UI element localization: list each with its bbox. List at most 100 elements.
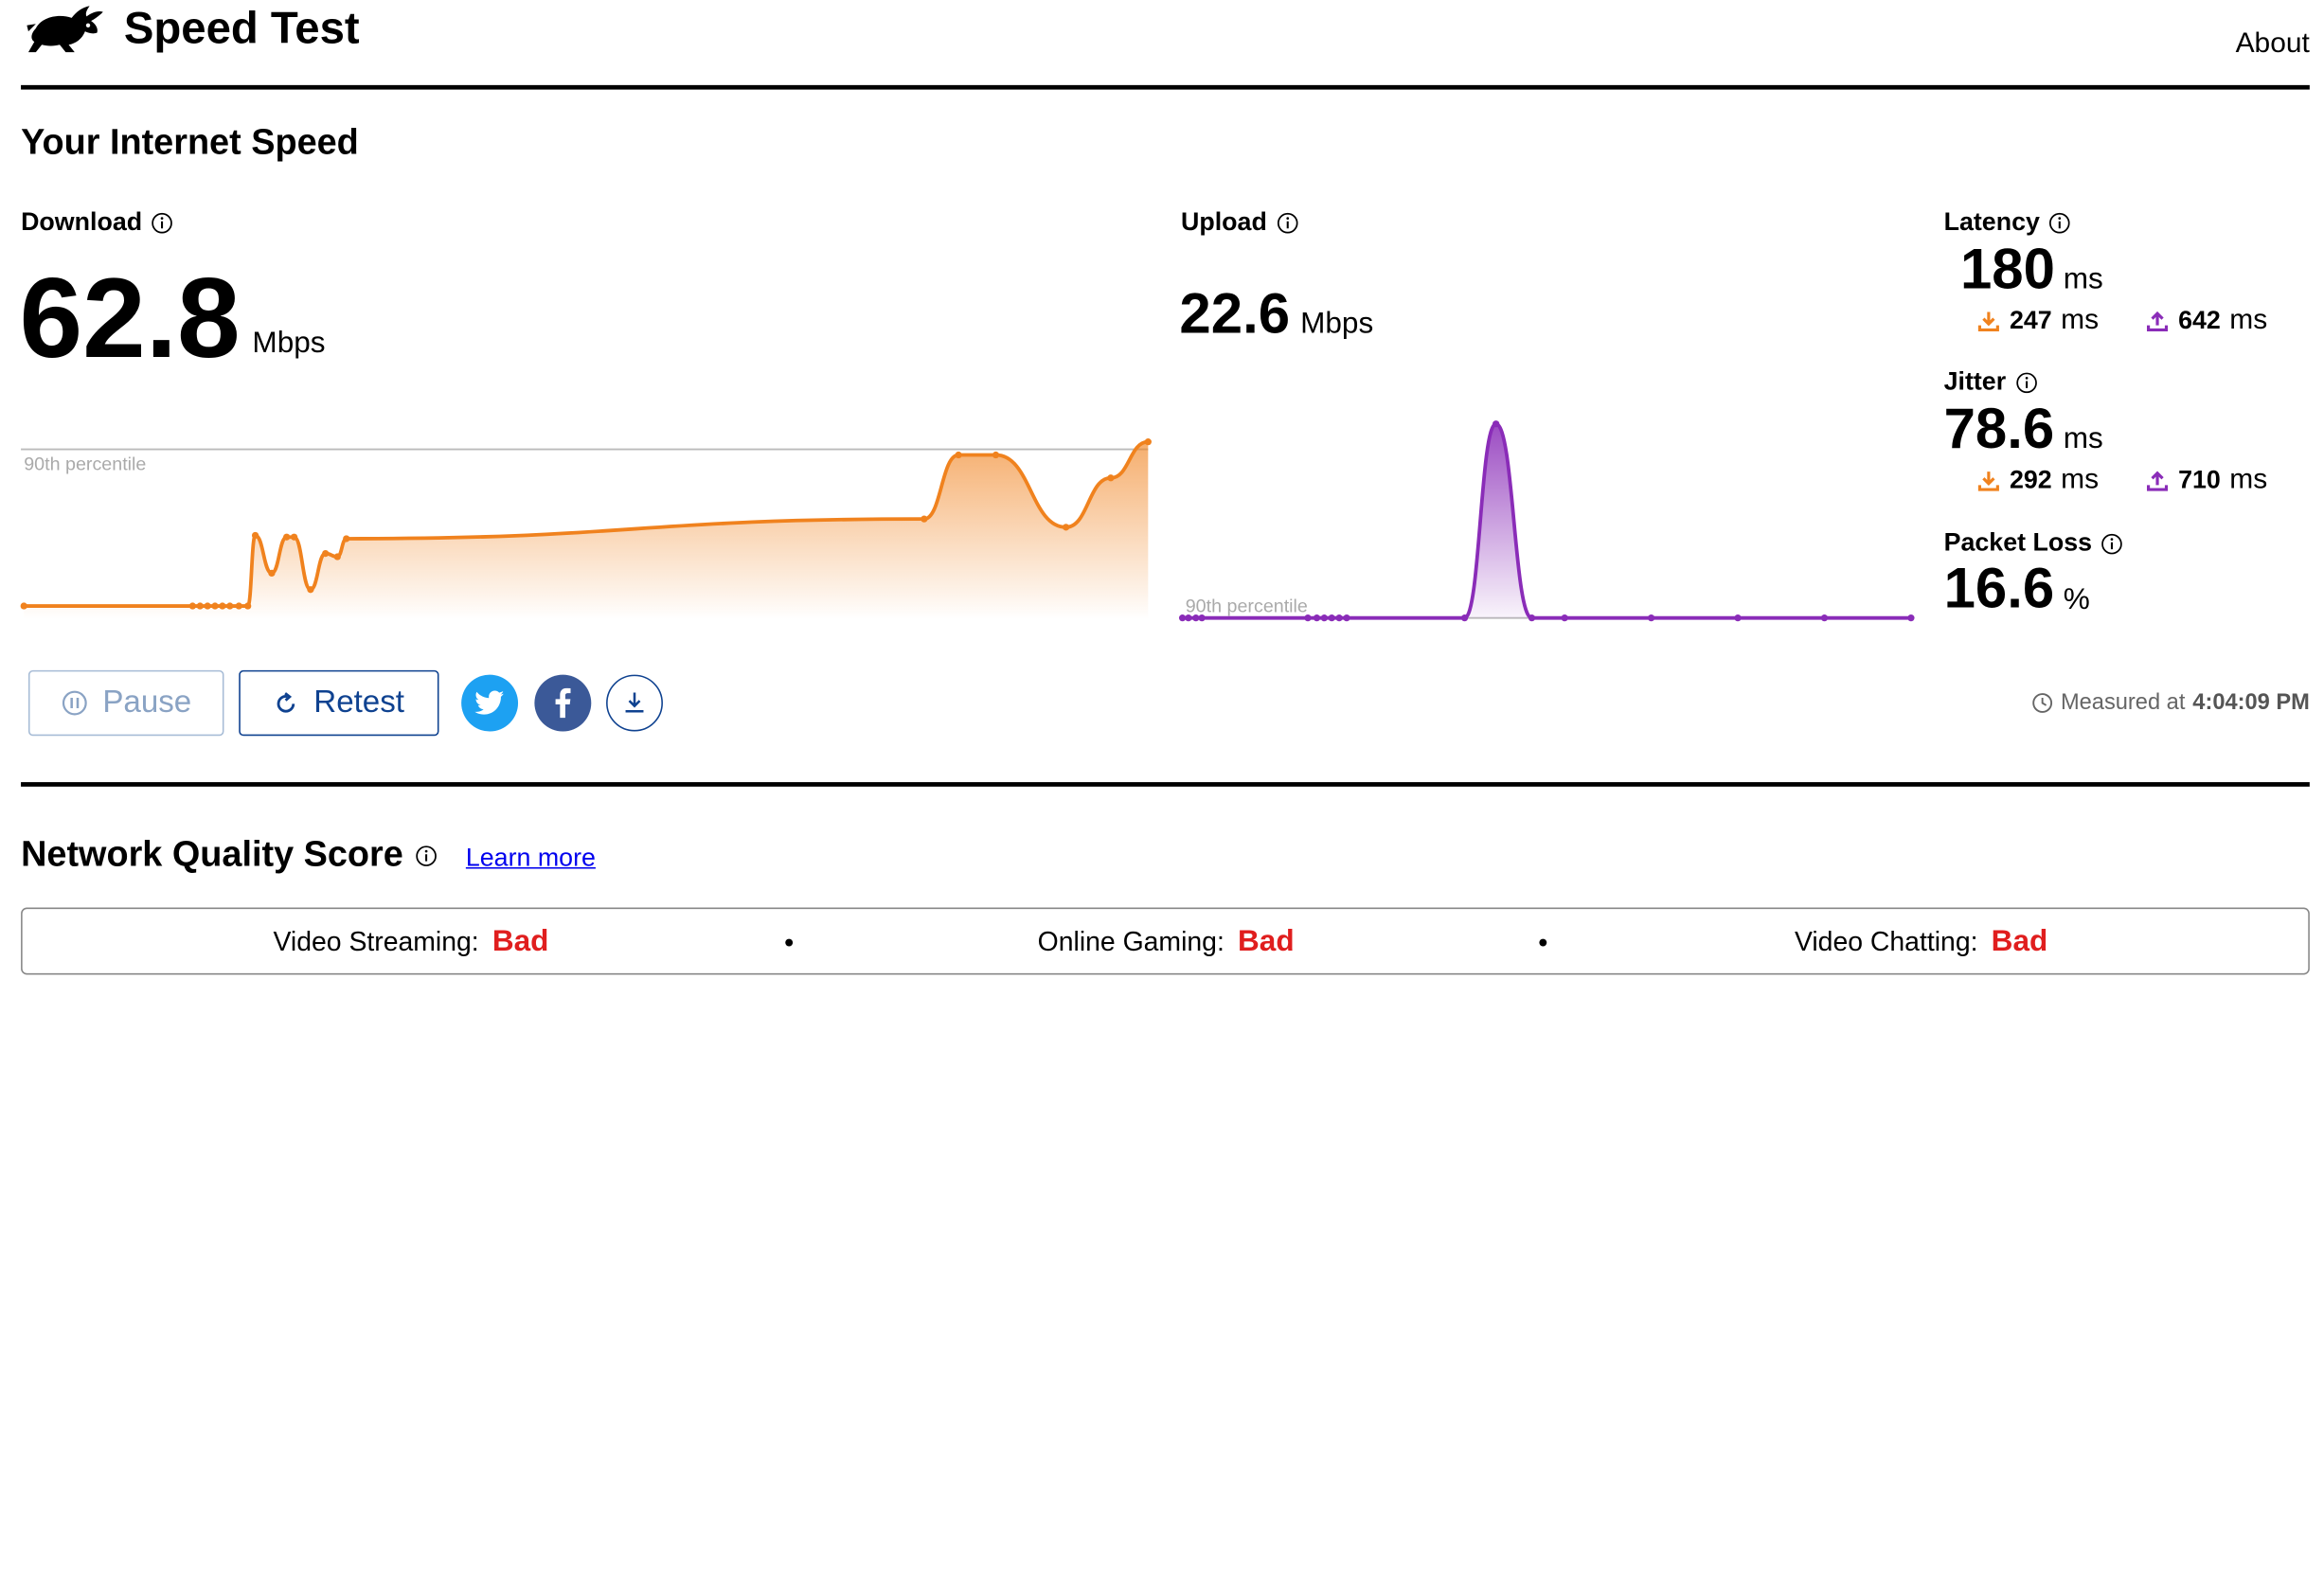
- upload-point: [1198, 614, 1206, 622]
- section-title: Your Internet Speed: [21, 122, 359, 163]
- upload-point: [1320, 614, 1328, 622]
- jitter-download-unit: ms: [2061, 464, 2100, 496]
- download-point: [268, 569, 276, 578]
- download-label: Download: [21, 207, 173, 238]
- download-icon: [625, 692, 644, 713]
- download-point: [188, 602, 196, 610]
- packet-loss-value: 16.6: [1943, 558, 2055, 621]
- jitter-upload-unit: ms: [2229, 464, 2268, 496]
- download-point: [211, 602, 219, 610]
- download-point: [921, 515, 928, 523]
- latency-unit: ms: [2063, 262, 2103, 296]
- network-quality-title: Network Quality Score: [21, 834, 438, 876]
- download-results-button[interactable]: [606, 674, 663, 732]
- twitter-icon: [474, 690, 505, 715]
- quality-value: Bad: [492, 925, 549, 959]
- pause-button[interactable]: Pause: [27, 669, 224, 737]
- speed-test-page: Speed Test About Your Internet Speed Dow…: [0, 0, 2324, 1005]
- info-icon[interactable]: [2015, 371, 2038, 394]
- latency-upload-value: 642: [2178, 306, 2221, 335]
- upload-unit: Mbps: [1300, 307, 1374, 341]
- facebook-icon: [555, 687, 571, 719]
- download-point: [1062, 524, 1070, 531]
- quality-value: Bad: [1238, 925, 1295, 959]
- download-point: [235, 602, 242, 610]
- upload-point: [1528, 614, 1536, 622]
- info-icon[interactable]: [2048, 211, 2071, 234]
- jitter-upload-value: 710: [2178, 465, 2221, 494]
- upload-point: [1192, 614, 1200, 622]
- quality-item-online-gaming: Online Gaming: Bad: [1038, 925, 1295, 959]
- download-point: [219, 602, 226, 610]
- upload-point: [1343, 614, 1350, 622]
- download-point: [244, 602, 252, 610]
- app-title: Speed Test: [123, 4, 360, 54]
- jitter-label: Jitter: [1944, 367, 2038, 398]
- quality-label: Video Chatting:: [1794, 927, 1978, 957]
- facebook-share-button[interactable]: [534, 674, 592, 732]
- header: Speed Test About: [21, 0, 2310, 90]
- packet-loss-label-text: Packet Loss: [1943, 528, 2093, 558]
- rabbit-logo-icon: [27, 6, 103, 53]
- latency-download-row: 247 ms: [1976, 305, 2099, 338]
- download-point: [204, 602, 211, 610]
- latency-label: Latency: [1944, 207, 2071, 238]
- pause-icon: [62, 690, 87, 716]
- jitter-label-text: Jitter: [1943, 366, 2007, 396]
- upload-arrow-icon: [2147, 311, 2169, 331]
- jitter-value: 78.6: [1943, 398, 2055, 462]
- upload-label-text: Upload: [1181, 207, 1267, 237]
- measured-time: 4:04:09 PM: [2192, 689, 2310, 716]
- upload-point: [1185, 614, 1192, 622]
- upload-arrow-icon: [2147, 471, 2169, 491]
- learn-more-link[interactable]: Learn more: [466, 844, 596, 874]
- upload-chart: 90th percentile: [1178, 418, 1920, 627]
- upload-point: [1493, 420, 1500, 428]
- download-arrow-icon: [1977, 311, 1999, 331]
- packet-loss-unit: %: [2063, 583, 2090, 617]
- upload-area: [1182, 423, 1911, 618]
- upload-value: 22.6: [1179, 283, 1291, 347]
- info-icon[interactable]: [152, 211, 174, 234]
- download-point: [333, 553, 341, 561]
- network-quality-title-text: Network Quality Score: [21, 834, 403, 875]
- quality-item-video-chatting: Video Chatting: Bad: [1795, 925, 2047, 959]
- retest-button[interactable]: Retest: [239, 669, 439, 737]
- upload-point: [1907, 614, 1915, 622]
- upload-point: [1561, 614, 1568, 622]
- download-value: 62.8: [19, 255, 241, 383]
- download-point: [992, 451, 1000, 459]
- section-divider: [21, 782, 2310, 787]
- latency-upload-unit: ms: [2229, 304, 2268, 336]
- refresh-icon: [277, 691, 295, 712]
- twitter-share-button[interactable]: [461, 674, 519, 732]
- info-icon[interactable]: [2101, 532, 2124, 555]
- quality-value: Bad: [1991, 925, 2048, 959]
- download-point: [343, 535, 350, 543]
- download-point: [307, 586, 314, 594]
- upload-point: [1328, 614, 1335, 622]
- download-point: [1107, 474, 1115, 482]
- packet-loss-label: Packet Loss: [1944, 528, 2124, 559]
- jitter-download-row: 292 ms: [1976, 464, 2099, 497]
- download-point: [290, 533, 298, 541]
- latency-upload-row: 642 ms: [2145, 305, 2267, 338]
- separator-dot: [785, 938, 794, 947]
- jitter-unit: ms: [2063, 422, 2103, 455]
- download-point: [251, 531, 259, 540]
- download-point: [196, 602, 204, 610]
- info-icon[interactable]: [1276, 211, 1298, 234]
- upload-point: [1734, 614, 1742, 622]
- about-link[interactable]: About: [2236, 28, 2310, 62]
- download-point: [226, 602, 234, 610]
- upload-point: [1335, 614, 1343, 622]
- download-point: [20, 602, 27, 610]
- info-icon[interactable]: [415, 845, 438, 867]
- percentile-label: 90th percentile: [1186, 596, 1308, 616]
- jitter-download-value: 292: [2009, 465, 2052, 494]
- upload-line: [1182, 421, 1911, 620]
- quality-label: Online Gaming:: [1037, 927, 1225, 957]
- clock-icon: [2032, 692, 2053, 713]
- upload-point: [1820, 614, 1829, 622]
- quality-label: Video Streaming:: [273, 927, 479, 957]
